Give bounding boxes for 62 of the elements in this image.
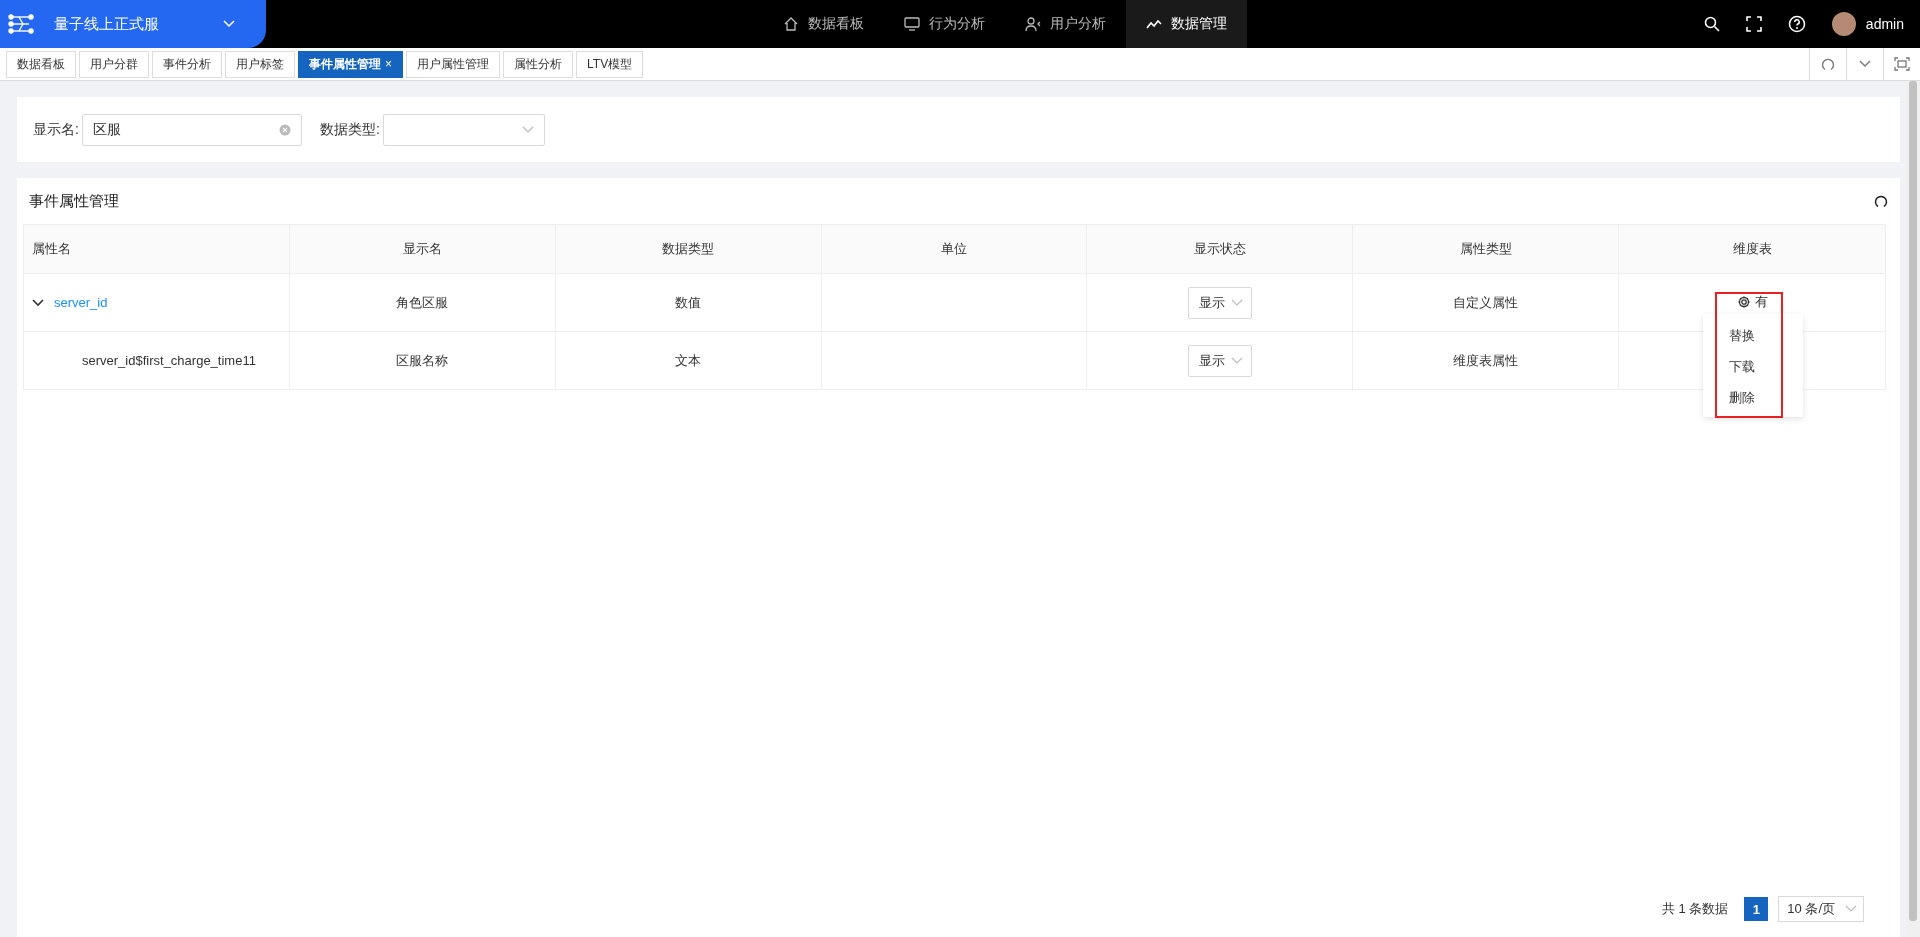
field-label: 显示名: (33, 120, 79, 139)
column-header: 属性类型 (1353, 225, 1620, 273)
help-icon[interactable] (1787, 15, 1806, 33)
status-select[interactable]: 显示 (1187, 286, 1252, 319)
table-cell: 自定义属性 (1353, 274, 1620, 331)
field-label: 数据类型: (319, 120, 380, 139)
home-icon (782, 16, 799, 32)
status-select[interactable]: 显示 (1187, 344, 1252, 377)
table-cell: 角色区服 (289, 274, 556, 331)
panel-title: 事件属性管理 (29, 191, 119, 211)
maximize-icon (1894, 57, 1910, 71)
nav-item[interactable]: 行为分析 (883, 0, 1005, 48)
avatar[interactable] (1831, 12, 1856, 36)
total-count: 共 1 条数据 (1661, 900, 1729, 918)
tab[interactable]: 事件属性管理 × (298, 50, 403, 78)
tab[interactable]: 属性分析 (503, 50, 573, 78)
caret-icon (1230, 298, 1243, 307)
refresh-icon (1821, 57, 1835, 71)
collapse-icon[interactable] (32, 298, 44, 307)
column-header: 显示状态 (1087, 225, 1354, 273)
dimension-menu-trigger[interactable]: 有 (1736, 292, 1768, 311)
caret-icon (521, 125, 534, 134)
tab[interactable]: 事件分析 (152, 50, 222, 78)
tab[interactable]: 数据看板 (6, 50, 76, 78)
scrollbar[interactable] (1906, 81, 1920, 937)
nav-item[interactable]: 数据管理 (1125, 0, 1247, 48)
project-switcher[interactable]: 量子线上正式服 (0, 0, 266, 48)
close-icon[interactable]: × (385, 57, 392, 71)
table-cell: 区服名称 (289, 332, 556, 389)
menu-item[interactable]: 下载 (1681, 351, 1804, 382)
table-cell: server_id$first_charge_time11 (24, 332, 290, 389)
search-icon[interactable] (1703, 16, 1720, 32)
fullscreen-icon[interactable] (1745, 16, 1762, 32)
refresh-icon[interactable] (1874, 194, 1888, 208)
gear-icon (1736, 294, 1751, 309)
column-header: 属性名 (24, 225, 290, 273)
menu-item[interactable]: 替换 (1681, 320, 1804, 351)
search-field[interactable]: 区服 (81, 113, 302, 146)
tab[interactable]: 用户标签 (225, 50, 295, 78)
page-button[interactable]: 1 (1744, 897, 1769, 921)
table-cell: 文本 (555, 332, 822, 389)
caret-icon (1845, 905, 1857, 913)
column-header: 数据类型 (555, 225, 822, 273)
menu-item[interactable]: 删除 (1681, 382, 1804, 413)
table-cell: 数值 (555, 274, 822, 331)
column-header: 维度表 (1731, 240, 1773, 258)
user-icon (1024, 16, 1041, 32)
caret-icon (1230, 356, 1243, 365)
tab[interactable]: LTV模型 (576, 50, 644, 78)
nav-item[interactable]: 用户分析 (1004, 0, 1126, 48)
chevron-down-icon (222, 19, 236, 29)
page-size-select[interactable]: 10 条/页 (1778, 896, 1864, 922)
monitor-icon (903, 16, 920, 32)
network-logo-icon (8, 13, 34, 35)
chevron-down-icon (1858, 59, 1872, 69)
user-name[interactable]: admin (1865, 16, 1904, 32)
table-cell: 维度表属性 (1353, 332, 1620, 389)
column-header: 单位 (821, 225, 1088, 273)
nav-item[interactable]: 数据看板 (762, 0, 884, 48)
column-header: 显示名 (289, 225, 556, 273)
tab[interactable]: 用户分群 (79, 50, 149, 78)
tab[interactable]: 用户属性管理 (406, 50, 500, 78)
